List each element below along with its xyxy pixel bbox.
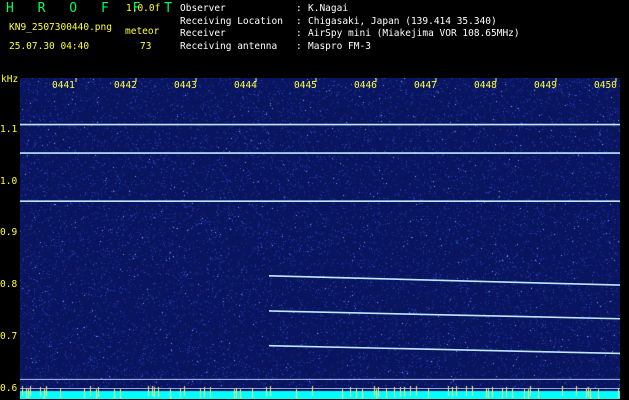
meta-separator: : — [296, 15, 302, 27]
meta-separator: : — [296, 40, 302, 52]
file-name: KN9_2507300440.png — [9, 22, 112, 33]
y-tick-label: 1.1 — [0, 123, 18, 135]
app-version: 1.0.0f — [126, 3, 161, 14]
spectrogram-overlay — [20, 78, 620, 390]
meteor-label: meteor — [125, 26, 160, 37]
meta-value: K.Nagai — [308, 3, 349, 14]
time-label: 0446 — [354, 80, 377, 91]
y-tick-label: 1.0 — [0, 175, 18, 187]
meta-row-observer: Observer : K.Nagai — [180, 3, 520, 16]
meta-value: AirSpy mini (Miakejima VOR 108.65MHz) — [308, 28, 520, 39]
meteor-count: 73 — [140, 41, 152, 52]
time-label: 0450 — [594, 80, 617, 91]
y-tick-label: 0.9 — [0, 227, 18, 239]
time-label: 0444 — [234, 80, 257, 91]
y-tick-label: 0.6 — [0, 382, 18, 394]
y-tick-label: 0.8 — [0, 279, 18, 291]
timestamp: 25.07.30 04:40 — [9, 41, 90, 52]
spectrogram-plot: 0441 0442 0443 0444 0445 0446 0447 0448 … — [20, 78, 620, 399]
carrier-trace — [268, 344, 620, 355]
meta-separator: : — [296, 3, 302, 14]
station-metadata: Observer : K.Nagai Receiving Location : … — [180, 3, 520, 53]
time-label: 0449 — [534, 80, 557, 91]
time-label: 0442 — [114, 80, 137, 91]
time-label: 0447 — [414, 80, 437, 91]
meta-value: Chigasaki, Japan (139.414 35.340) — [308, 15, 497, 27]
time-label: 0445 — [294, 80, 317, 91]
meta-key: Observer — [180, 3, 226, 14]
time-label: 0443 — [174, 80, 197, 91]
meta-value: Maspro FM-3 — [308, 40, 371, 52]
meta-key: Receiving antenna — [180, 40, 278, 52]
meta-row-antenna: Receiving antenna : Maspro FM-3 — [180, 41, 520, 54]
meta-key: Receiver — [180, 28, 226, 39]
carrier-trace — [268, 310, 620, 320]
meta-row-location: Receiving Location : Chigasaki, Japan (1… — [180, 16, 520, 29]
meta-row-receiver: Receiver : AirSpy mini (Miakejima VOR 10… — [180, 28, 520, 41]
y-tick-label: 0.7 — [0, 330, 18, 342]
meta-separator: : — [296, 28, 302, 39]
meta-key: Receiving Location — [180, 15, 283, 27]
y-axis-unit: kHz — [1, 74, 19, 85]
carrier-trace — [268, 274, 620, 286]
time-label: 0441 — [52, 80, 75, 91]
hrofft-screen: H R O F F T 1.0.0f KN9_2507300440.png me… — [0, 0, 629, 400]
time-label: 0448 — [474, 80, 497, 91]
